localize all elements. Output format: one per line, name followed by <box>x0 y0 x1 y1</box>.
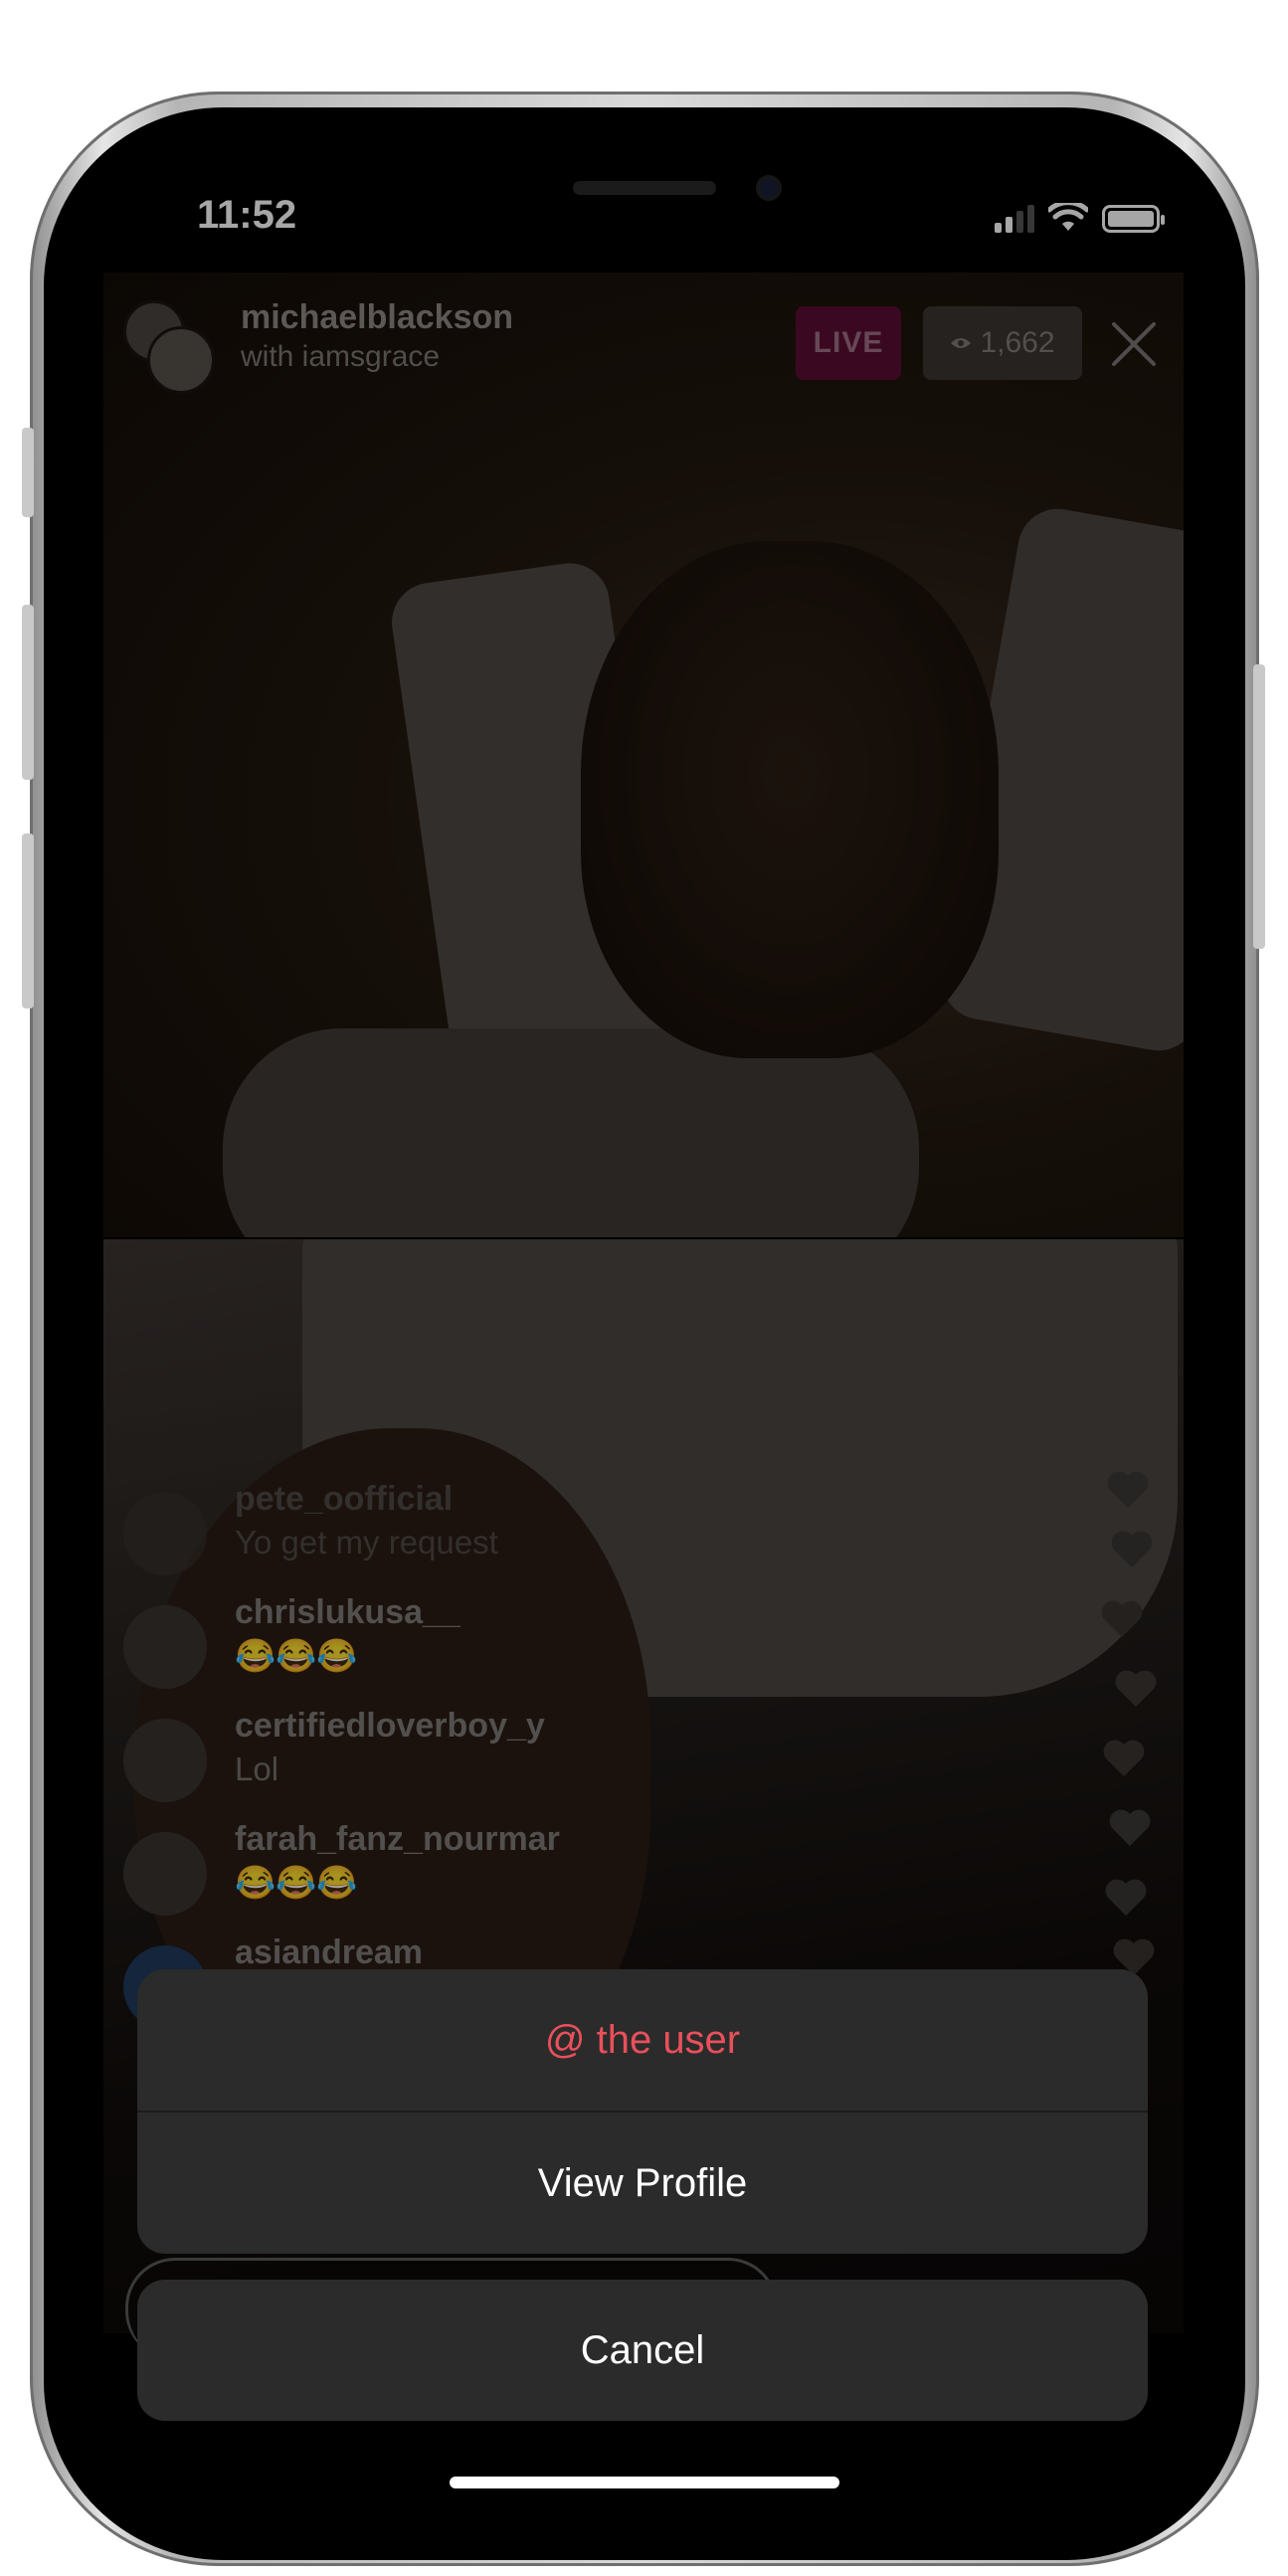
mute-switch <box>22 428 34 517</box>
view-profile-button[interactable]: View Profile <box>137 2113 1148 2254</box>
cancel-button[interactable]: Cancel <box>137 2280 1148 2421</box>
volume-up-button <box>22 605 34 780</box>
power-button <box>1253 664 1265 949</box>
phone-screen: 11:52 michaelblackson with iamsgrace LIV… <box>80 137 1209 2524</box>
home-indicator[interactable] <box>450 2477 839 2488</box>
mention-user-button[interactable]: @ the user <box>137 1969 1148 2113</box>
volume-down-button <box>22 833 34 1009</box>
action-sheet: @ the user View Profile <box>137 1969 1148 2254</box>
